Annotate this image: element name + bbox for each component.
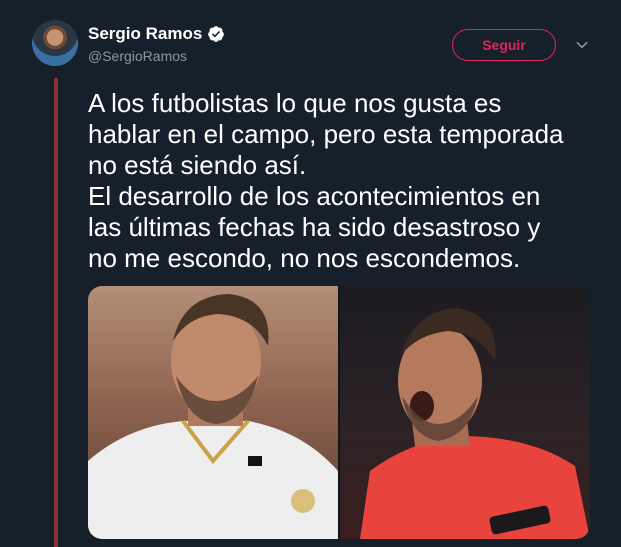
tweet-text: A los futbolistas lo que nos gusta es ha… [88, 88, 608, 274]
tweet-text-line: no está siendo así. [88, 150, 307, 180]
photo-illustration [360, 308, 590, 539]
chevron-down-icon[interactable] [575, 38, 589, 52]
name-row: Sergio Ramos [88, 24, 225, 44]
thread-line [54, 78, 58, 547]
follow-button[interactable]: Seguir [452, 29, 556, 61]
author-handle[interactable]: @SergioRamos [88, 48, 225, 64]
tweet-text-line: las últimas fechas ha sido desastroso y [88, 212, 541, 242]
tweet-text-line: hablar en el campo, pero esta temporada [88, 119, 564, 149]
tweet-media[interactable] [88, 286, 590, 539]
player-white-kit-photo[interactable] [88, 286, 338, 539]
player-red-kit-photo[interactable] [340, 286, 590, 539]
photo-illustration [88, 294, 338, 539]
author-block[interactable]: Sergio Ramos @SergioRamos [88, 24, 225, 64]
avatar[interactable] [32, 20, 78, 66]
verified-badge-icon [208, 26, 225, 42]
tweet-text-line: no me escondo, no nos escondemos. [88, 243, 521, 273]
tweet-text-line: El desarrollo de los acontecimientos en [88, 181, 541, 211]
tweet-text-line: A los futbolistas lo que nos gusta es [88, 88, 502, 118]
author-name[interactable]: Sergio Ramos [88, 24, 202, 44]
